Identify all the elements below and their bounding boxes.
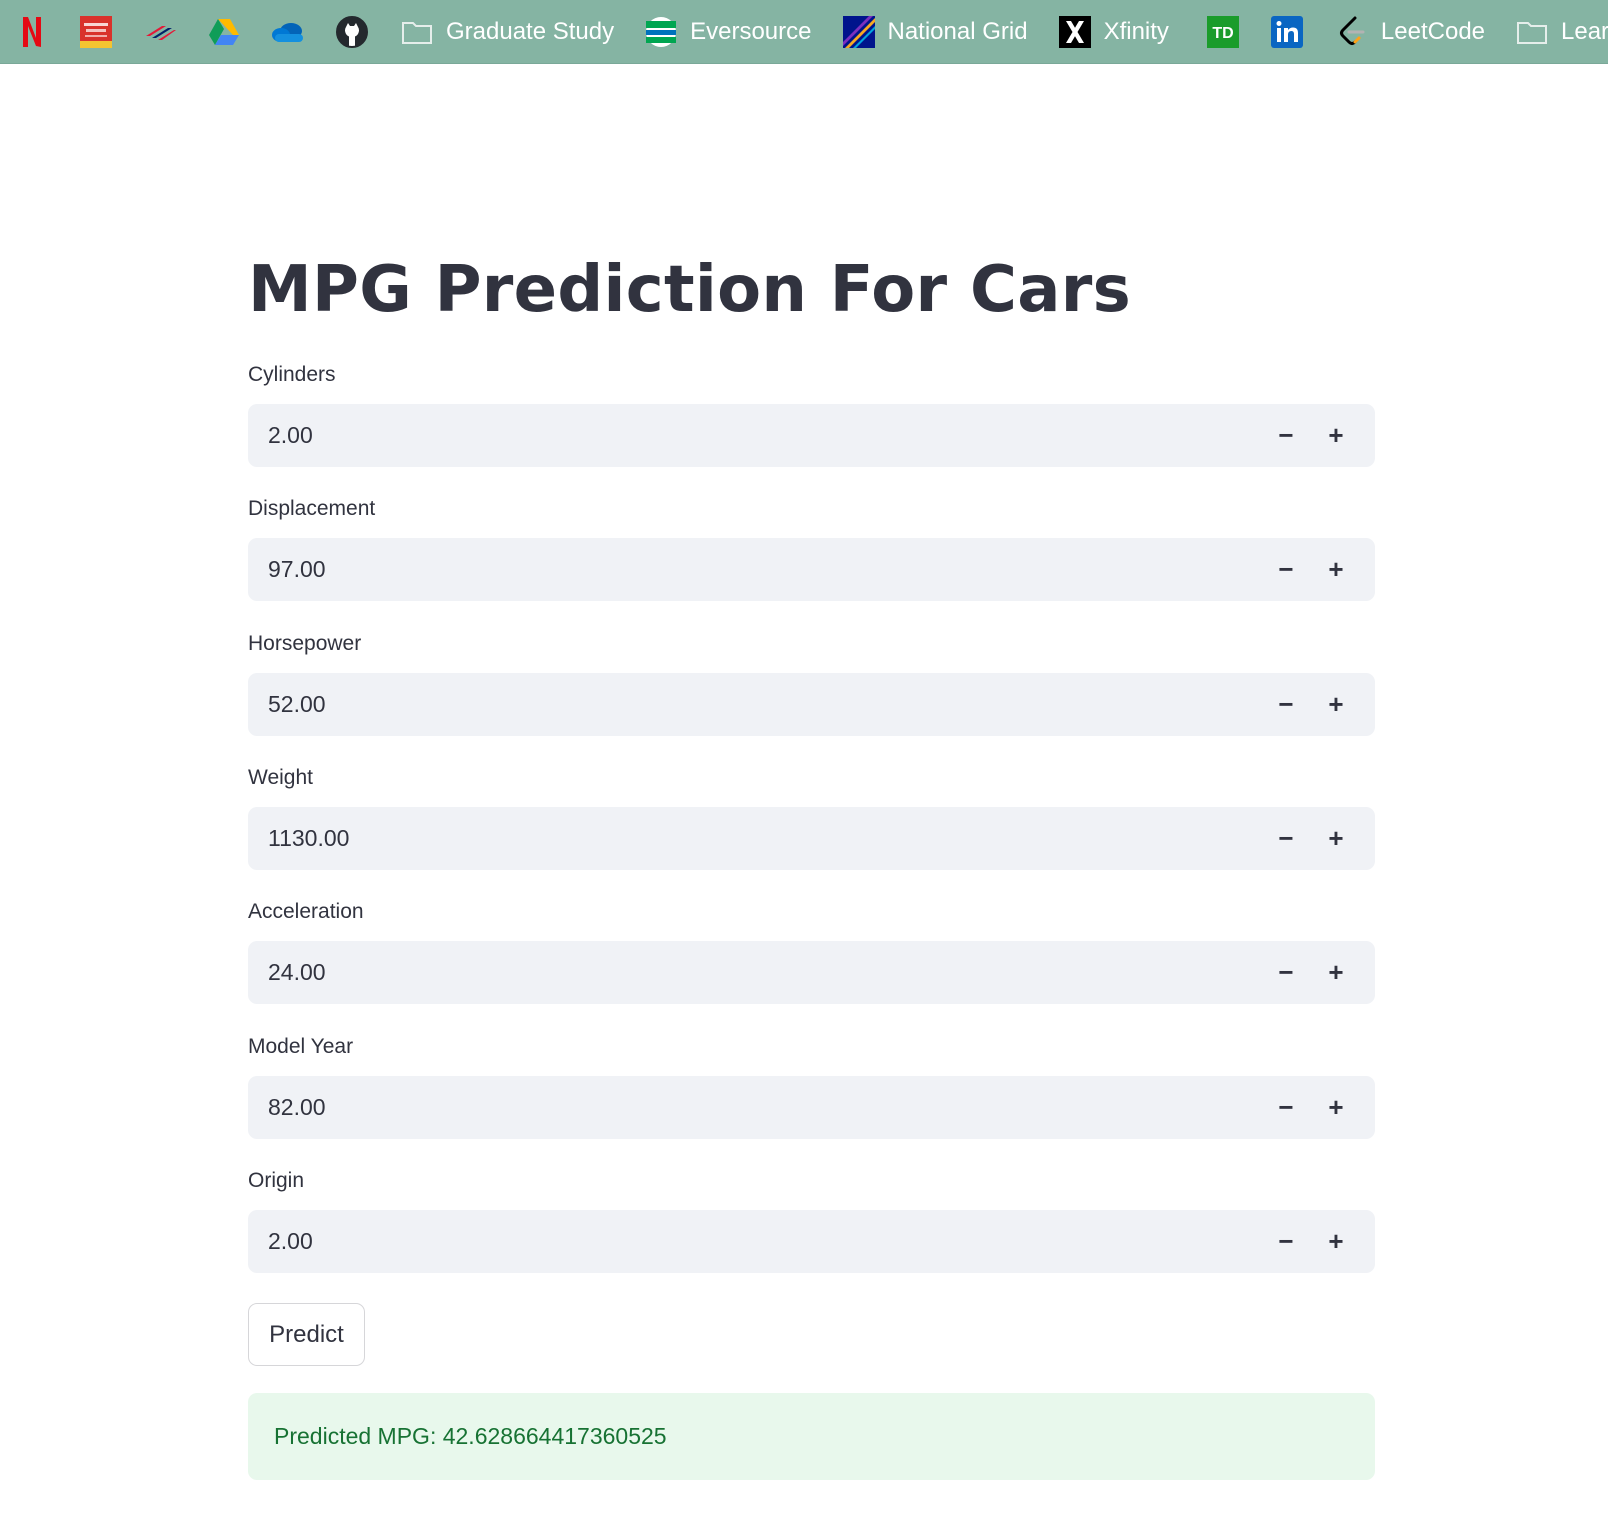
cylinders-number-input: − + <box>248 403 1375 468</box>
weight-number-input: − + <box>248 806 1375 871</box>
cylinders-decrement-button[interactable]: − <box>1261 404 1311 467</box>
eversource-icon <box>644 15 678 49</box>
model-year-decrement-button[interactable]: − <box>1261 1076 1311 1139</box>
cylinders-field: Cylinders − + <box>248 360 1375 468</box>
bookmark-label: Learn <box>1561 17 1608 45</box>
model-year-field: Model Year − + <box>248 1032 1375 1140</box>
displacement-label: Displacement <box>248 497 376 520</box>
bookmark-label: Graduate Study <box>446 17 615 45</box>
origin-label: Origin <box>248 1169 305 1192</box>
prediction-result-text: Predicted MPG: 42.628664417360525 <box>274 1423 667 1449</box>
bank-of-america-icon <box>143 15 177 49</box>
displacement-input[interactable] <box>248 537 1261 602</box>
horsepower-label: Horsepower <box>248 632 362 655</box>
x-icon <box>1058 15 1092 49</box>
acceleration-increment-button[interactable]: + <box>1311 941 1361 1004</box>
horsepower-input[interactable] <box>248 672 1261 737</box>
origin-number-input: − + <box>248 1209 1375 1274</box>
bookmark-xfinity[interactable]: Xfinity <box>1042 0 1183 63</box>
acceleration-field: Acceleration − + <box>248 897 1375 1005</box>
acceleration-number-input: − + <box>248 940 1375 1005</box>
weight-input[interactable] <box>248 806 1261 871</box>
folder-icon <box>400 15 434 49</box>
leetcode-icon <box>1335 15 1369 49</box>
linkedin-icon <box>1270 15 1304 49</box>
weight-decrement-button[interactable]: − <box>1261 807 1311 870</box>
horsepower-increment-button[interactable]: + <box>1311 673 1361 736</box>
netflix-icon <box>15 15 49 49</box>
bookmark-onedrive[interactable] <box>256 0 320 63</box>
onedrive-icon <box>271 15 305 49</box>
bookmark-linkedin[interactable] <box>1255 0 1319 63</box>
bookmarks-bar: Graduate Study Eversource National Grid <box>0 0 1608 64</box>
bookmark-label: LeetCode <box>1380 17 1486 45</box>
weight-increment-button[interactable]: + <box>1311 807 1361 870</box>
folder-icon <box>1515 15 1549 49</box>
origin-input[interactable] <box>248 1209 1261 1274</box>
bookmark-national-grid[interactable]: National Grid <box>826 0 1042 63</box>
bookmark-label: Eversource <box>690 17 812 45</box>
model-year-label: Model Year <box>248 1035 354 1058</box>
bookmark-label: National Grid <box>887 17 1028 45</box>
bookmark-td-bank[interactable]: TD <box>1191 0 1255 63</box>
svg-text:TD: TD <box>1212 25 1233 42</box>
acceleration-label: Acceleration <box>248 900 364 923</box>
origin-field: Origin − + <box>248 1166 1375 1274</box>
acceleration-input[interactable] <box>248 940 1261 1005</box>
bookmark-red-banner[interactable] <box>64 0 128 63</box>
model-year-input[interactable] <box>248 1075 1261 1140</box>
page-title: MPG Prediction For Cars <box>248 253 1131 327</box>
bookmark-google-drive[interactable] <box>192 0 256 63</box>
weight-label: Weight <box>248 766 313 789</box>
bookmark-learn[interactable]: Learn <box>1499 0 1608 63</box>
horsepower-field: Horsepower − + <box>248 629 1375 737</box>
td-bank-icon: TD <box>1206 15 1240 49</box>
national-grid-icon <box>842 15 876 49</box>
predict-button[interactable]: Predict <box>248 1303 365 1366</box>
red-banner-site-icon <box>79 15 113 49</box>
prediction-result-alert: Predicted MPG: 42.628664417360525 <box>248 1393 1375 1480</box>
google-drive-icon <box>207 15 241 49</box>
displacement-field: Displacement − + <box>248 494 1375 602</box>
github-icon <box>335 15 369 49</box>
horsepower-decrement-button[interactable]: − <box>1261 673 1311 736</box>
bookmark-leetcode[interactable]: LeetCode <box>1319 0 1499 63</box>
displacement-increment-button[interactable]: + <box>1311 538 1361 601</box>
bookmark-netflix[interactable] <box>0 0 64 63</box>
displacement-number-input: − + <box>248 537 1375 602</box>
weight-field: Weight − + <box>248 763 1375 871</box>
origin-increment-button[interactable]: + <box>1311 1210 1361 1273</box>
horsepower-number-input: − + <box>248 672 1375 737</box>
bookmark-bank-of-america[interactable] <box>128 0 192 63</box>
acceleration-decrement-button[interactable]: − <box>1261 941 1311 1004</box>
model-year-number-input: − + <box>248 1075 1375 1140</box>
cylinders-input[interactable] <box>248 403 1261 468</box>
origin-decrement-button[interactable]: − <box>1261 1210 1311 1273</box>
displacement-decrement-button[interactable]: − <box>1261 538 1311 601</box>
bookmark-label: Xfinity <box>1103 17 1169 45</box>
cylinders-label: Cylinders <box>248 363 336 386</box>
cylinders-increment-button[interactable]: + <box>1311 404 1361 467</box>
bookmark-graduate-study[interactable]: Graduate Study <box>384 0 628 63</box>
bookmark-eversource[interactable]: Eversource <box>628 0 825 63</box>
model-year-increment-button[interactable]: + <box>1311 1076 1361 1139</box>
bookmark-github[interactable] <box>320 0 384 63</box>
